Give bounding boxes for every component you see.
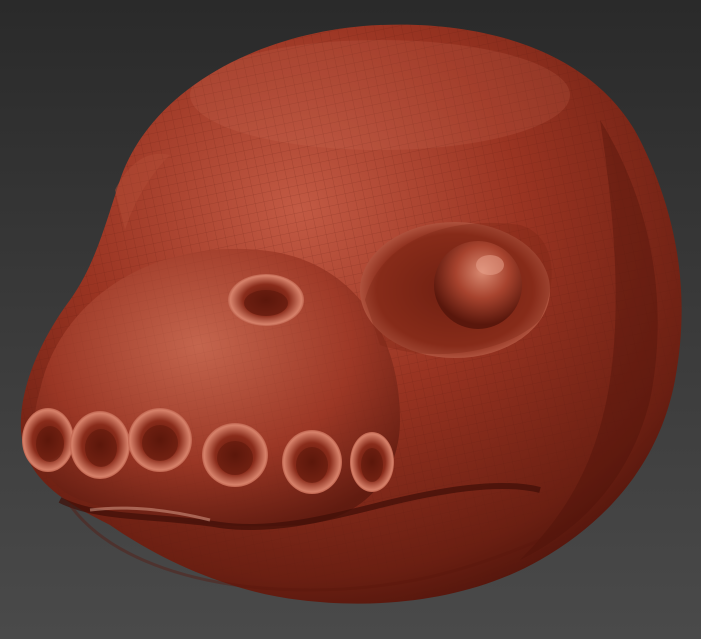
pore: [22, 408, 74, 472]
pore: [70, 411, 130, 479]
eyeball: [434, 241, 522, 329]
pore: [128, 408, 192, 472]
pore: [282, 430, 342, 494]
upper-nostril: [228, 274, 304, 326]
pore: [202, 423, 268, 487]
pore: [350, 432, 394, 492]
sculpt-viewport[interactable]: [0, 0, 701, 639]
viewport-canvas: [0, 0, 701, 639]
